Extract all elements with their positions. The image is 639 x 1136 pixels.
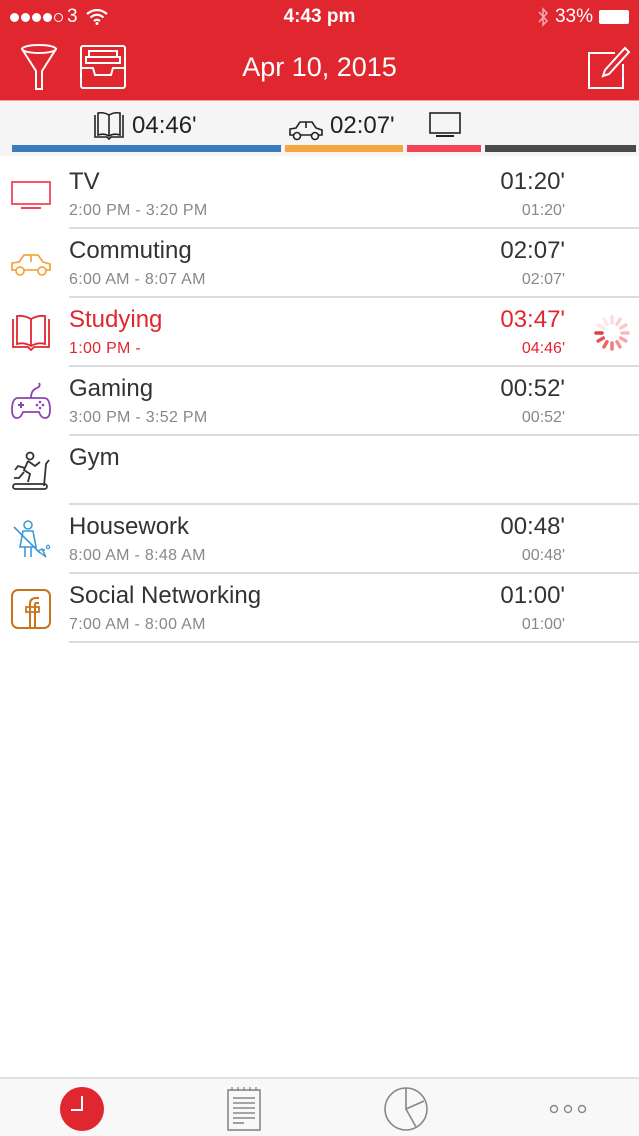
notepad-icon: [227, 1087, 261, 1131]
activity-duration: 01:20': [500, 168, 565, 195]
battery-icon: [599, 10, 629, 24]
status-bar: 3 4:43 pm 33%: [0, 0, 639, 34]
activity-row-social-networking[interactable]: Social Networking 7:00 AM - 8:00 AM 01:0…: [0, 574, 639, 643]
bar-segment-tv: [407, 145, 481, 152]
car-icon: [11, 254, 51, 276]
compose-button[interactable]: [583, 42, 633, 92]
sweeping-icon: [13, 520, 51, 558]
compose-icon: [588, 46, 631, 89]
activity-name: Gym: [69, 444, 120, 471]
activity-time-range: 1:00 PM -: [69, 340, 142, 357]
activity-name: Social Networking: [69, 582, 262, 609]
screen: 3 4:43 pm 33% Apr 10, 2015 04:46' 02:07'…: [0, 0, 639, 1136]
activity-name: TV: [69, 168, 100, 195]
activity-name: Commuting: [69, 237, 192, 264]
row-divider: [69, 641, 639, 643]
activity-duration: 01:00': [500, 582, 565, 609]
summary-studying: 04:46': [92, 111, 197, 141]
activity-list: TV 2:00 PM - 3:20 PM 01:20' 01:20' Commu…: [0, 160, 639, 643]
tv-icon: [11, 181, 51, 209]
activity-name: Studying: [69, 306, 163, 333]
tab-more[interactable]: [538, 1085, 598, 1133]
car-icon: [289, 121, 323, 141]
page-title: Apr 10, 2015: [242, 52, 397, 82]
activity-duration: 00:52': [500, 375, 565, 402]
header: 3 4:43 pm 33% Apr 10, 2015: [0, 0, 639, 100]
activity-total: 01:00': [521, 616, 565, 633]
bar-segment-other: [485, 145, 636, 152]
activity-time-range: 6:00 AM - 8:07 AM: [69, 271, 206, 288]
activity-row-gym[interactable]: Gym: [0, 436, 639, 505]
activity-duration: 00:48': [500, 513, 565, 540]
tab-notes[interactable]: [214, 1085, 274, 1133]
summary-commuting: 02:07': [288, 111, 395, 141]
summary-studying-time: 04:46': [132, 112, 197, 139]
activity-time-range: 8:00 AM - 8:48 AM: [69, 547, 206, 564]
facebook-icon: [11, 589, 51, 629]
activity-row-tv[interactable]: TV 2:00 PM - 3:20 PM 01:20' 01:20': [0, 160, 639, 229]
battery-percent: 33%: [554, 6, 593, 27]
activity-duration: 02:07': [500, 237, 565, 264]
more-icon: [549, 1104, 587, 1114]
running-spinner-icon: [594, 315, 630, 351]
activity-name: Gaming: [69, 375, 154, 402]
book-icon: [12, 314, 50, 352]
bluetooth-icon: [538, 7, 549, 27]
activity-total: 02:07': [521, 271, 565, 288]
activity-row-studying[interactable]: Studying 1:00 PM - 03:47' 04:46': [0, 298, 639, 367]
tab-clock[interactable]: [52, 1085, 112, 1133]
activity-time-range: 2:00 PM - 3:20 PM: [69, 202, 208, 219]
activity-total: 00:52': [521, 409, 565, 426]
time-distribution-bar: [12, 145, 636, 152]
summary-commuting-time: 02:07': [330, 112, 395, 139]
daily-summary: 04:46' 02:07': [0, 100, 639, 156]
tab-stats[interactable]: [376, 1085, 436, 1133]
activity-time-range: 7:00 AM - 8:00 AM: [69, 616, 206, 633]
activity-row-commuting[interactable]: Commuting 6:00 AM - 8:07 AM 02:07' 02:07…: [0, 229, 639, 298]
book-icon: [94, 111, 124, 141]
summary-tv: [428, 111, 462, 139]
activity-total: 00:48': [521, 547, 565, 564]
nav-bar: Apr 10, 2015: [0, 38, 639, 96]
clock-icon: [60, 1087, 104, 1131]
gamepad-icon: [11, 382, 51, 419]
activity-total: 04:46': [521, 340, 565, 357]
pie-chart-icon: [384, 1087, 428, 1131]
tab-bar: [0, 1077, 639, 1136]
activity-total: 01:20': [521, 202, 565, 219]
bar-segment-studying: [12, 145, 281, 152]
treadmill-icon: [12, 451, 50, 490]
bar-segment-commuting: [285, 145, 403, 152]
status-right: 33%: [537, 6, 629, 28]
activity-duration: 03:47': [500, 306, 565, 333]
activity-time-range: 3:00 PM - 3:52 PM: [69, 409, 208, 426]
tv-icon: [429, 112, 461, 137]
activity-row-housework[interactable]: Housework 8:00 AM - 8:48 AM 00:48' 00:48…: [0, 505, 639, 574]
activity-row-gaming[interactable]: Gaming 3:00 PM - 3:52 PM 00:52' 00:52': [0, 367, 639, 436]
activity-name: Housework: [69, 513, 190, 540]
